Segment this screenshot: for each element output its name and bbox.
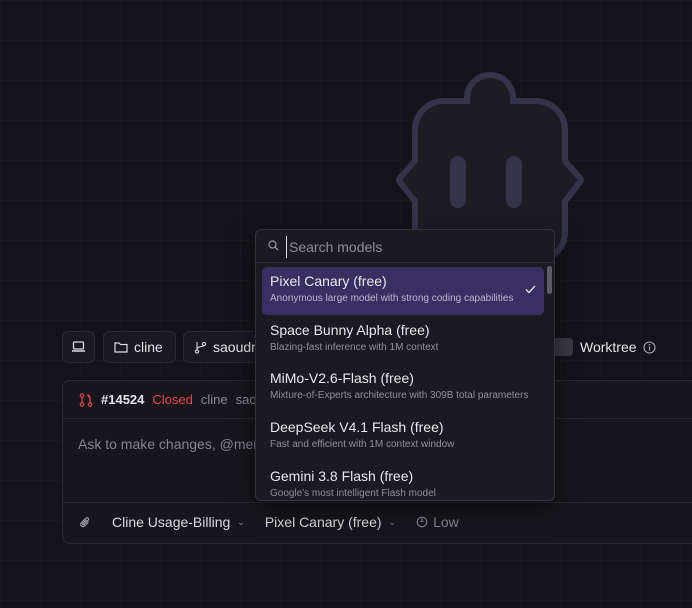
divider [63, 502, 692, 503]
worktree-label: Worktree [580, 339, 637, 355]
model-dropdown: Pixel Canary (free) Anonymous large mode… [255, 229, 555, 501]
checkmark-icon [525, 285, 536, 294]
billing-label: Cline Usage-Billing [112, 514, 231, 530]
branch-label: saoudr [213, 339, 255, 355]
model-description: Google's most intelligent Flash model [270, 488, 436, 499]
dropdown-scrollbar[interactable] [547, 266, 552, 294]
environment-button[interactable] [62, 331, 95, 363]
worktree-option: Worktree [580, 339, 656, 355]
git-branch-icon [194, 341, 207, 354]
paperclip-icon[interactable] [79, 516, 91, 529]
chevron-down-icon: ⌄ [388, 516, 397, 527]
folder-button[interactable]: cline [103, 331, 176, 363]
model-name: Gemini 3.8 Flash (free) [270, 468, 414, 484]
prompt-input[interactable]: Ask to make changes, @men [78, 436, 261, 452]
model-name: Pixel Canary (free) [270, 273, 387, 289]
pr-status-badge: Closed [152, 392, 193, 407]
reasoning-effort-selector[interactable]: Low [416, 514, 459, 530]
composer-bottom-bar: Cline Usage-Billing ⌄ Pixel Canary (free… [79, 514, 459, 530]
model-name: Space Bunny Alpha (free) [270, 322, 430, 338]
model-option-space-bunny-alpha[interactable]: Space Bunny Alpha (free) Blazing-fast in… [262, 316, 544, 364]
folder-label: cline [134, 339, 163, 355]
model-list: Pixel Canary (free) Anonymous large mode… [256, 263, 554, 500]
model-description: Blazing-fast inference with 1M context [270, 342, 439, 353]
model-description: Fast and efficient with 1M context windo… [270, 439, 455, 450]
pull-request-row[interactable]: #14524 Closed cline saou [79, 392, 264, 407]
chevron-down-icon: ⌄ [237, 516, 245, 527]
model-option-mimo-v2-6-flash[interactable]: MiMo-V2.6-Flash (free) Mixture-of-Expert… [262, 364, 544, 412]
worktree-toggle[interactable] [553, 338, 573, 356]
model-option-gemini-3-8-flash[interactable]: Gemini 3.8 Flash (free) Google's most in… [262, 462, 544, 500]
search-bar [256, 230, 554, 263]
pull-request-icon [79, 392, 93, 407]
branch-button[interactable]: saoudr [183, 331, 255, 363]
pr-repo: cline [200, 392, 228, 407]
model-option-pixel-canary[interactable]: Pixel Canary (free) Anonymous large mode… [262, 267, 544, 315]
folder-icon [114, 342, 128, 353]
model-description: Mixture-of-Experts architecture with 309… [270, 390, 529, 401]
model-selector-label: Pixel Canary (free) [264, 514, 382, 530]
model-option-deepseek-v4-1-flash[interactable]: DeepSeek V4.1 Flash (free) Fast and effi… [262, 413, 544, 461]
model-name: DeepSeek V4.1 Flash (free) [270, 419, 444, 435]
effort-label: Low [433, 514, 459, 530]
billing-selector[interactable]: Cline Usage-Billing ⌄ [112, 514, 245, 530]
search-models-input[interactable] [286, 236, 541, 258]
model-name: MiMo-V2.6-Flash (free) [270, 370, 414, 386]
model-description: Anonymous large model with strong coding… [270, 293, 514, 304]
search-icon [268, 240, 279, 251]
model-selector[interactable]: Pixel Canary (free) ⌄ [265, 514, 396, 530]
laptop-icon [72, 341, 85, 352]
effort-icon [416, 516, 428, 528]
pr-number: #14524 [101, 392, 145, 407]
info-icon[interactable] [642, 340, 656, 354]
